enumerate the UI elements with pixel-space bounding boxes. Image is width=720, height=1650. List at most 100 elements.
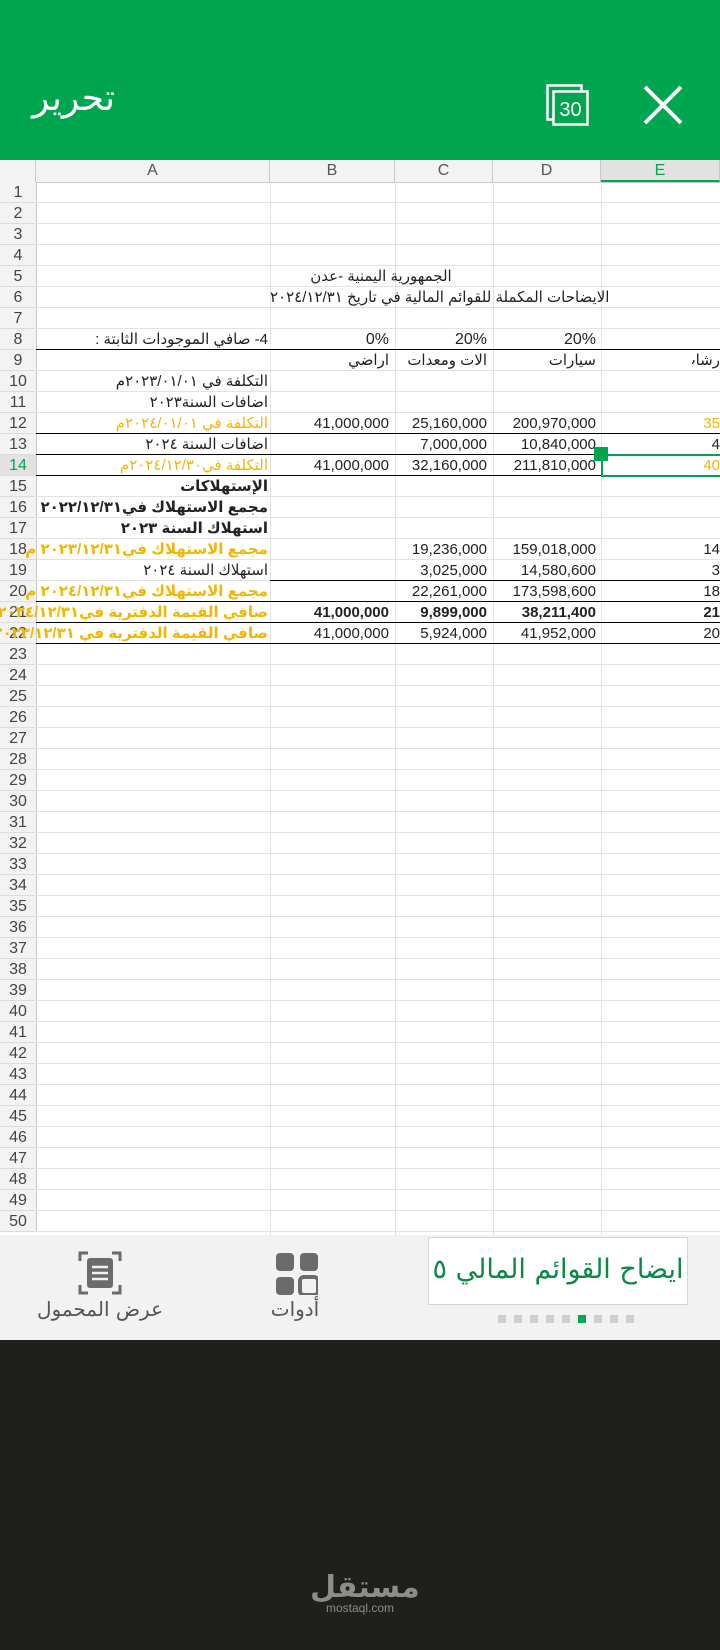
- row-header-7[interactable]: 7: [0, 308, 36, 329]
- nbv-2023-label[interactable]: صافي القيمة الدفترية في ٢٠٢٣/١٢/٣١ م: [0, 623, 268, 644]
- column-header-c[interactable]: C: [395, 160, 493, 182]
- row-header-10[interactable]: 10: [0, 371, 36, 392]
- dep-2024-vehicles[interactable]: 14,580,600: [493, 560, 596, 581]
- row-header-31[interactable]: 31: [0, 812, 36, 833]
- additions-2024-vehicles[interactable]: 10,840,000: [493, 434, 596, 455]
- column-header-e[interactable]: E: [601, 160, 720, 182]
- row-header-2[interactable]: 2: [0, 203, 36, 224]
- mobile-view-button[interactable]: عرض المحمول: [30, 1249, 170, 1334]
- acc-dep-2024-machinery[interactable]: 22,261,000: [395, 581, 487, 602]
- cost-2024-workshops[interactable]: 35: [601, 413, 720, 434]
- row-header-26[interactable]: 26: [0, 707, 36, 728]
- row-header-29[interactable]: 29: [0, 770, 36, 791]
- nbv-2024-lands[interactable]: 41,000,000: [270, 602, 389, 623]
- row-header-37[interactable]: 37: [0, 938, 36, 959]
- row-header-45[interactable]: 45: [0, 1106, 36, 1127]
- nbv-2024-workshops[interactable]: 21: [601, 602, 720, 623]
- row-header-23[interactable]: 23: [0, 644, 36, 665]
- header-machinery[interactable]: الات ومعدات: [395, 350, 487, 371]
- rate-lands[interactable]: 0%: [270, 329, 389, 350]
- row-header-4[interactable]: 4: [0, 245, 36, 266]
- row-header-25[interactable]: 25: [0, 686, 36, 707]
- nbv-2024-label[interactable]: صافي القيمة الدفترية في٢٠٢٤/١٢/٣١ م: [0, 602, 268, 623]
- row-header-16[interactable]: 16: [0, 497, 36, 518]
- row-header-35[interactable]: 35: [0, 896, 36, 917]
- row-header-36[interactable]: 36: [0, 917, 36, 938]
- row-header-3[interactable]: 3: [0, 224, 36, 245]
- row-header-47[interactable]: 47: [0, 1148, 36, 1169]
- cost-end-2024-label[interactable]: التكلفة في٢٠٢٤/١٢/٣٠م: [36, 455, 268, 476]
- sheet-title-2[interactable]: الايضاحات المكملة للقوائم المالية في تار…: [270, 287, 609, 308]
- header-vehicles[interactable]: سيارات: [493, 350, 596, 371]
- selected-cell[interactable]: [601, 454, 720, 477]
- row-header-13[interactable]: 13: [0, 434, 36, 455]
- row-header-48[interactable]: 48: [0, 1169, 36, 1190]
- header-workshops[interactable]: رشات: [692, 350, 720, 371]
- column-header-d[interactable]: D: [493, 160, 601, 182]
- row-header-1[interactable]: 1: [0, 182, 36, 203]
- row-header-39[interactable]: 39: [0, 980, 36, 1001]
- section-title[interactable]: 4- صافي الموجودات الثابتة :: [36, 329, 268, 350]
- row-header-27[interactable]: 27: [0, 728, 36, 749]
- nbv-2024-machinery[interactable]: 9,899,000: [395, 602, 487, 623]
- row-header-28[interactable]: 28: [0, 749, 36, 770]
- additions-2024-workshops[interactable]: 4: [601, 434, 720, 455]
- row-header-41[interactable]: 41: [0, 1022, 36, 1043]
- row-header-33[interactable]: 33: [0, 854, 36, 875]
- cost-2024-lands[interactable]: 41,000,000: [270, 413, 389, 434]
- row-header-17[interactable]: 17: [0, 518, 36, 539]
- row-header-43[interactable]: 43: [0, 1064, 36, 1085]
- cost-end-2024-machinery[interactable]: 32,160,000: [395, 455, 487, 476]
- row-header-49[interactable]: 49: [0, 1190, 36, 1211]
- additions-2023-label[interactable]: اضافات السنة٢٠٢٣: [36, 392, 268, 413]
- cell-grid[interactable]: الجمهورية اليمنية -عدن الايضاحات المكملة…: [0, 182, 720, 1235]
- acc-dep-2024-workshops[interactable]: 18: [601, 581, 720, 602]
- cost-2024-vehicles[interactable]: 200,970,000: [493, 413, 596, 434]
- row-header-38[interactable]: 38: [0, 959, 36, 980]
- nbv-2023-vehicles[interactable]: 41,952,000: [493, 623, 596, 644]
- row-header-8[interactable]: 8: [0, 329, 36, 350]
- additions-2024-machinery[interactable]: 7,000,000: [395, 434, 487, 455]
- rate-machinery[interactable]: 20%: [395, 329, 487, 350]
- row-header-42[interactable]: 42: [0, 1043, 36, 1064]
- column-header-b[interactable]: B: [270, 160, 395, 182]
- row-header-50[interactable]: 50: [0, 1211, 36, 1232]
- depreciation-heading[interactable]: الإستهلاكات: [36, 476, 268, 497]
- row-header-14[interactable]: 14: [0, 455, 36, 476]
- acc-dep-2023-machinery[interactable]: 19,236,000: [395, 539, 487, 560]
- acc-dep-2024-vehicles[interactable]: 173,598,600: [493, 581, 596, 602]
- cost-end-2024-lands[interactable]: 41,000,000: [270, 455, 389, 476]
- cost-end-2024-vehicles[interactable]: 211,810,000: [493, 455, 596, 476]
- nbv-2024-vehicles[interactable]: 38,211,400: [493, 602, 596, 623]
- spreadsheet[interactable]: A B C D E 1 2 3 4 5 6 7 8 9 10 11 12 13 14 15 16 17 18 19 2…: [0, 160, 720, 1235]
- corner-cell[interactable]: [0, 160, 36, 182]
- dep-2024-machinery[interactable]: 3,025,000: [395, 560, 487, 581]
- acc-dep-2023-label[interactable]: مجمع الاستهلاك في٢٠٢٣/١٢/٣١ م: [25, 539, 268, 560]
- row-header-19[interactable]: 19: [0, 560, 36, 581]
- close-icon[interactable]: [640, 82, 686, 128]
- sheets-counter-icon[interactable]: 30: [546, 84, 590, 126]
- row-header-46[interactable]: 46: [0, 1127, 36, 1148]
- row-header-44[interactable]: 44: [0, 1085, 36, 1106]
- rate-vehicles[interactable]: 20%: [493, 329, 596, 350]
- row-header-15[interactable]: 15: [0, 476, 36, 497]
- tools-button[interactable]: أدوات: [255, 1249, 335, 1334]
- row-header-34[interactable]: 34: [0, 875, 36, 896]
- cost-2023-label[interactable]: التكلفة في ٢٠٢٣/٠١/٠١م: [36, 371, 268, 392]
- acc-dep-2024-label[interactable]: مجمع الاستهلاك في٢٠٢٤/١٢/٣١ م: [25, 581, 268, 602]
- row-header-40[interactable]: 40: [0, 1001, 36, 1022]
- cost-2024-machinery[interactable]: 25,160,000: [395, 413, 487, 434]
- row-header-5[interactable]: 5: [0, 266, 36, 287]
- acc-dep-2023-vehicles[interactable]: 159,018,000: [493, 539, 596, 560]
- row-header-11[interactable]: 11: [0, 392, 36, 413]
- row-header-24[interactable]: 24: [0, 665, 36, 686]
- row-header-12[interactable]: 12: [0, 413, 36, 434]
- acc-dep-2022-label[interactable]: مجمع الاستهلاك في٢٠٢٢/١٢/٣١: [36, 497, 268, 518]
- dep-2024-workshops[interactable]: 3: [601, 560, 720, 581]
- dep-2024-label[interactable]: استهلاك السنة ٢٠٢٤: [36, 560, 268, 581]
- row-header-9[interactable]: 9: [0, 350, 36, 371]
- column-header-a[interactable]: A: [36, 160, 270, 182]
- cost-2024-label[interactable]: التكلفة في ٢٠٢٤/٠١/٠١م: [36, 413, 268, 434]
- acc-dep-2023-workshops[interactable]: 14: [601, 539, 720, 560]
- row-header-32[interactable]: 32: [0, 833, 36, 854]
